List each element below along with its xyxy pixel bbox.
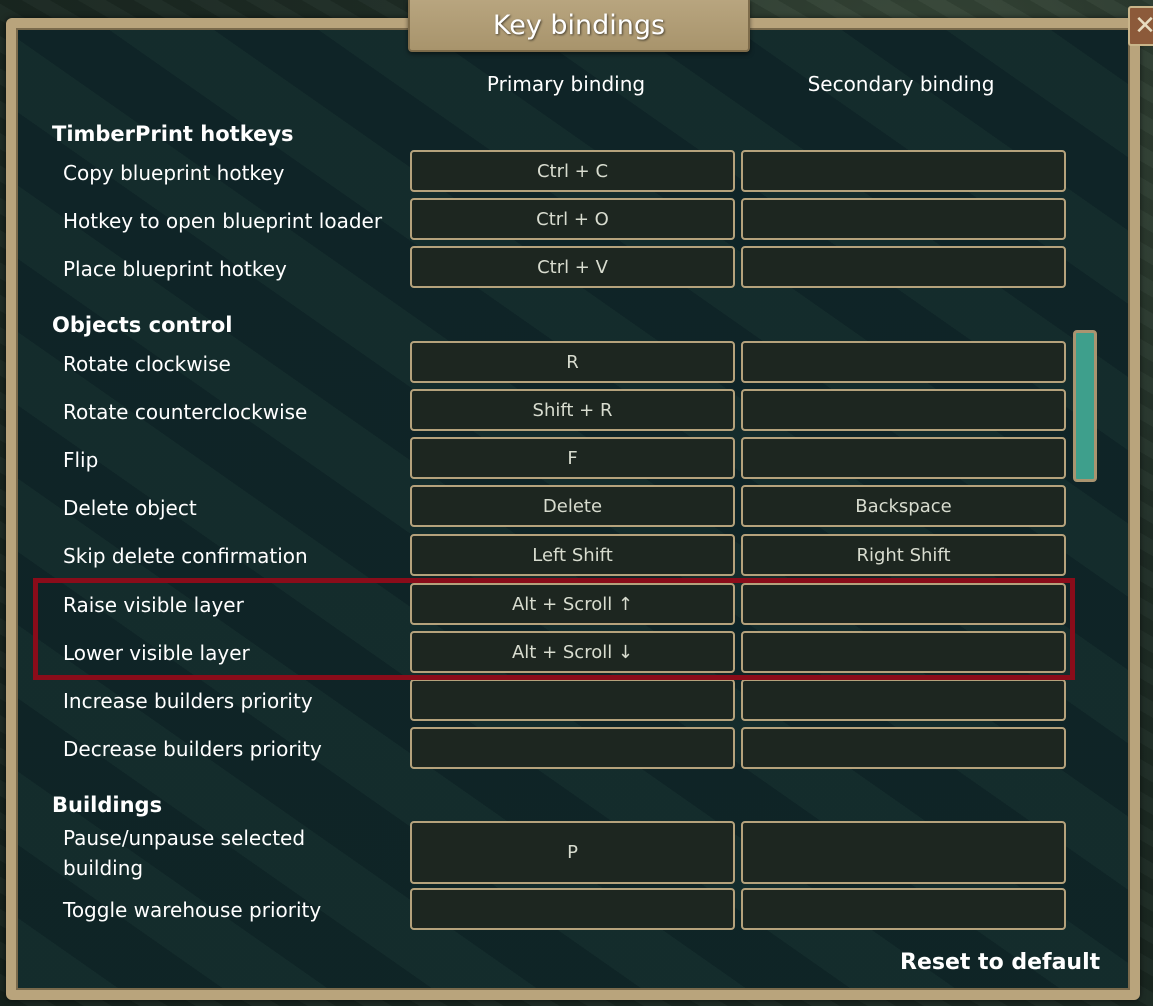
primary-binding-button[interactable]: Delete bbox=[410, 485, 735, 527]
row-label: Rotate clockwise bbox=[63, 352, 231, 376]
primary-binding-button[interactable]: Shift + R bbox=[410, 389, 735, 431]
secondary-binding-button[interactable] bbox=[741, 583, 1066, 625]
primary-binding-button[interactable]: Ctrl + C bbox=[410, 150, 735, 192]
primary-binding-button[interactable]: F bbox=[410, 437, 735, 479]
secondary-binding-button[interactable]: Right Shift bbox=[741, 534, 1066, 576]
primary-binding-button[interactable]: Alt + Scroll ↑ bbox=[410, 583, 735, 625]
scrollbar-thumb[interactable] bbox=[1073, 330, 1097, 482]
secondary-binding-button[interactable] bbox=[741, 631, 1066, 673]
title-plaque: Key bindings bbox=[408, 0, 750, 52]
primary-binding-button[interactable]: Ctrl + V bbox=[410, 246, 735, 288]
primary-binding-header: Primary binding bbox=[486, 72, 646, 96]
section-title-buildings: Buildings bbox=[52, 793, 163, 817]
secondary-binding-header: Secondary binding bbox=[807, 72, 995, 96]
row-label: Lower visible layer bbox=[63, 641, 250, 665]
primary-binding-button[interactable]: Ctrl + O bbox=[410, 198, 735, 240]
secondary-binding-button[interactable] bbox=[741, 888, 1066, 930]
section-title-timberprint: TimberPrint hotkeys bbox=[52, 122, 294, 146]
row-label: Increase builders priority bbox=[63, 689, 313, 713]
window-title: Key bindings bbox=[492, 9, 666, 41]
row-label: Flip bbox=[63, 448, 99, 472]
close-icon[interactable]: ✕ bbox=[1128, 6, 1153, 46]
primary-binding-button[interactable]: P bbox=[410, 821, 735, 884]
row-label: Skip delete confirmation bbox=[63, 544, 308, 568]
row-label: Toggle warehouse priority bbox=[63, 898, 322, 922]
secondary-binding-button[interactable] bbox=[741, 437, 1066, 479]
row-label: Hotkey to open blueprint loader bbox=[63, 209, 383, 233]
secondary-binding-button[interactable] bbox=[741, 727, 1066, 769]
row-label: Place blueprint hotkey bbox=[63, 257, 287, 281]
secondary-binding-button[interactable] bbox=[741, 679, 1066, 721]
row-label: Decrease builders priority bbox=[63, 737, 322, 761]
secondary-binding-button[interactable] bbox=[741, 198, 1066, 240]
primary-binding-button[interactable]: R bbox=[410, 341, 735, 383]
secondary-binding-button[interactable] bbox=[741, 246, 1066, 288]
row-label: Copy blueprint hotkey bbox=[63, 161, 285, 185]
secondary-binding-button[interactable] bbox=[741, 389, 1066, 431]
secondary-binding-button[interactable]: Backspace bbox=[741, 485, 1066, 527]
secondary-binding-button[interactable] bbox=[741, 150, 1066, 192]
game-background: Key bindings ✕ Primary binding Secondary… bbox=[0, 0, 1153, 1006]
secondary-binding-button[interactable] bbox=[741, 821, 1066, 884]
row-label: Delete object bbox=[63, 496, 197, 520]
section-title-objects-control: Objects control bbox=[52, 313, 233, 337]
row-label: Pause/unpause selected building bbox=[63, 826, 306, 880]
row-label: Rotate counterclockwise bbox=[63, 400, 308, 424]
primary-binding-button[interactable]: Left Shift bbox=[410, 534, 735, 576]
reset-to-default-button[interactable]: Reset to default bbox=[900, 950, 1100, 975]
primary-binding-button[interactable] bbox=[410, 679, 735, 721]
primary-binding-button[interactable]: Alt + Scroll ↓ bbox=[410, 631, 735, 673]
primary-binding-button[interactable] bbox=[410, 888, 735, 930]
row-label: Raise visible layer bbox=[63, 593, 244, 617]
secondary-binding-button[interactable] bbox=[741, 341, 1066, 383]
primary-binding-button[interactable] bbox=[410, 727, 735, 769]
